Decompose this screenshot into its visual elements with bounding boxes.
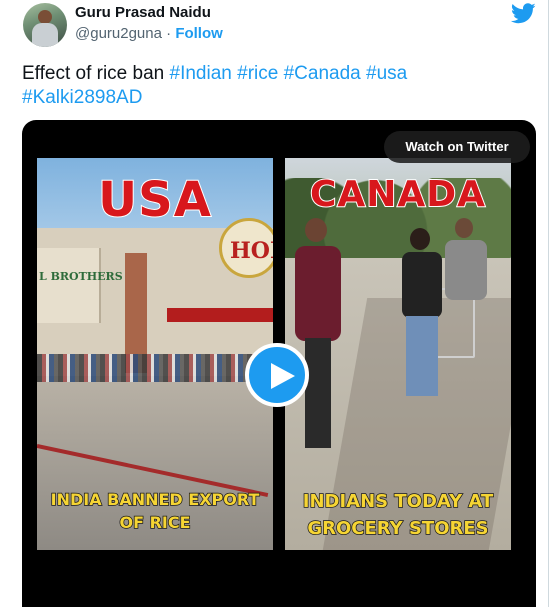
video-panel-usa: L BROTHERS HON USA INDIA BANNED EXPORT O… <box>37 158 273 550</box>
scene-queue-crowd <box>37 354 273 382</box>
scene-person <box>293 218 345 468</box>
tweet-body: Effect of rice ban <box>22 63 165 84</box>
follow-link[interactable]: Follow <box>175 25 223 42</box>
person-head <box>305 218 327 242</box>
video-panel-canada: CANADA INDIANS TODAY AT GROCERY STORES <box>285 158 511 550</box>
hashtag-kalki2898ad[interactable]: #Kalki2898AD <box>22 87 142 108</box>
caption-line-1: INDIANS TODAY AT <box>302 490 494 513</box>
caption-line-2: GROCERY STORES <box>307 517 490 540</box>
video-player[interactable]: L BROTHERS HON USA INDIA BANNED EXPORT O… <box>22 120 536 607</box>
person-shirt <box>295 246 341 341</box>
person-shirt <box>445 240 487 300</box>
play-button[interactable] <box>245 343 309 407</box>
play-icon <box>271 363 295 389</box>
caption-line-1: INDIA BANNED EXPORT <box>50 489 260 510</box>
store-sign-text: HON <box>230 238 273 264</box>
hashtag-indian[interactable]: #Indian <box>170 63 232 84</box>
panel-caption-usa: INDIA BANNED EXPORT OF RICE <box>37 488 273 534</box>
scene-person <box>400 228 444 408</box>
avatar-figure-body <box>32 23 58 47</box>
panel-title-usa: USA <box>97 171 212 229</box>
hashtag-canada[interactable]: #Canada <box>284 63 361 84</box>
person-legs <box>406 316 438 396</box>
hashtag-usa[interactable]: #usa <box>366 63 407 84</box>
store-brand-text: L BROTHERS <box>39 270 123 283</box>
person-legs <box>305 338 331 448</box>
watch-on-twitter-button[interactable]: Watch on Twitter <box>384 131 530 163</box>
person-head <box>410 228 430 250</box>
person-shirt <box>402 252 442 318</box>
separator-dot: · <box>166 25 172 42</box>
caption-line-2: OF RICE <box>119 512 192 533</box>
user-handle[interactable]: @guru2guna <box>75 25 162 42</box>
avatar-figure-head <box>38 10 52 24</box>
handle-row: @guru2guna · Follow <box>75 25 223 42</box>
scene-store-sign <box>37 248 101 323</box>
tweet-text: Effect of rice ban #Indian #rice #Canada… <box>22 62 527 110</box>
scene-person <box>445 218 487 368</box>
display-name[interactable]: Guru Prasad Naidu <box>75 4 211 21</box>
card-border <box>548 0 549 607</box>
person-head <box>455 218 473 238</box>
hashtag-rice[interactable]: #rice <box>237 63 278 84</box>
scene-awning <box>167 308 273 322</box>
panel-caption-canada: INDIANS TODAY AT GROCERY STORES <box>285 488 511 542</box>
panel-title-canada: CANADA <box>309 173 486 216</box>
twitter-bird-icon[interactable] <box>511 3 536 24</box>
avatar[interactable] <box>23 3 67 47</box>
tweet-card: Guru Prasad Naidu @guru2guna · Follow Ef… <box>0 0 553 607</box>
